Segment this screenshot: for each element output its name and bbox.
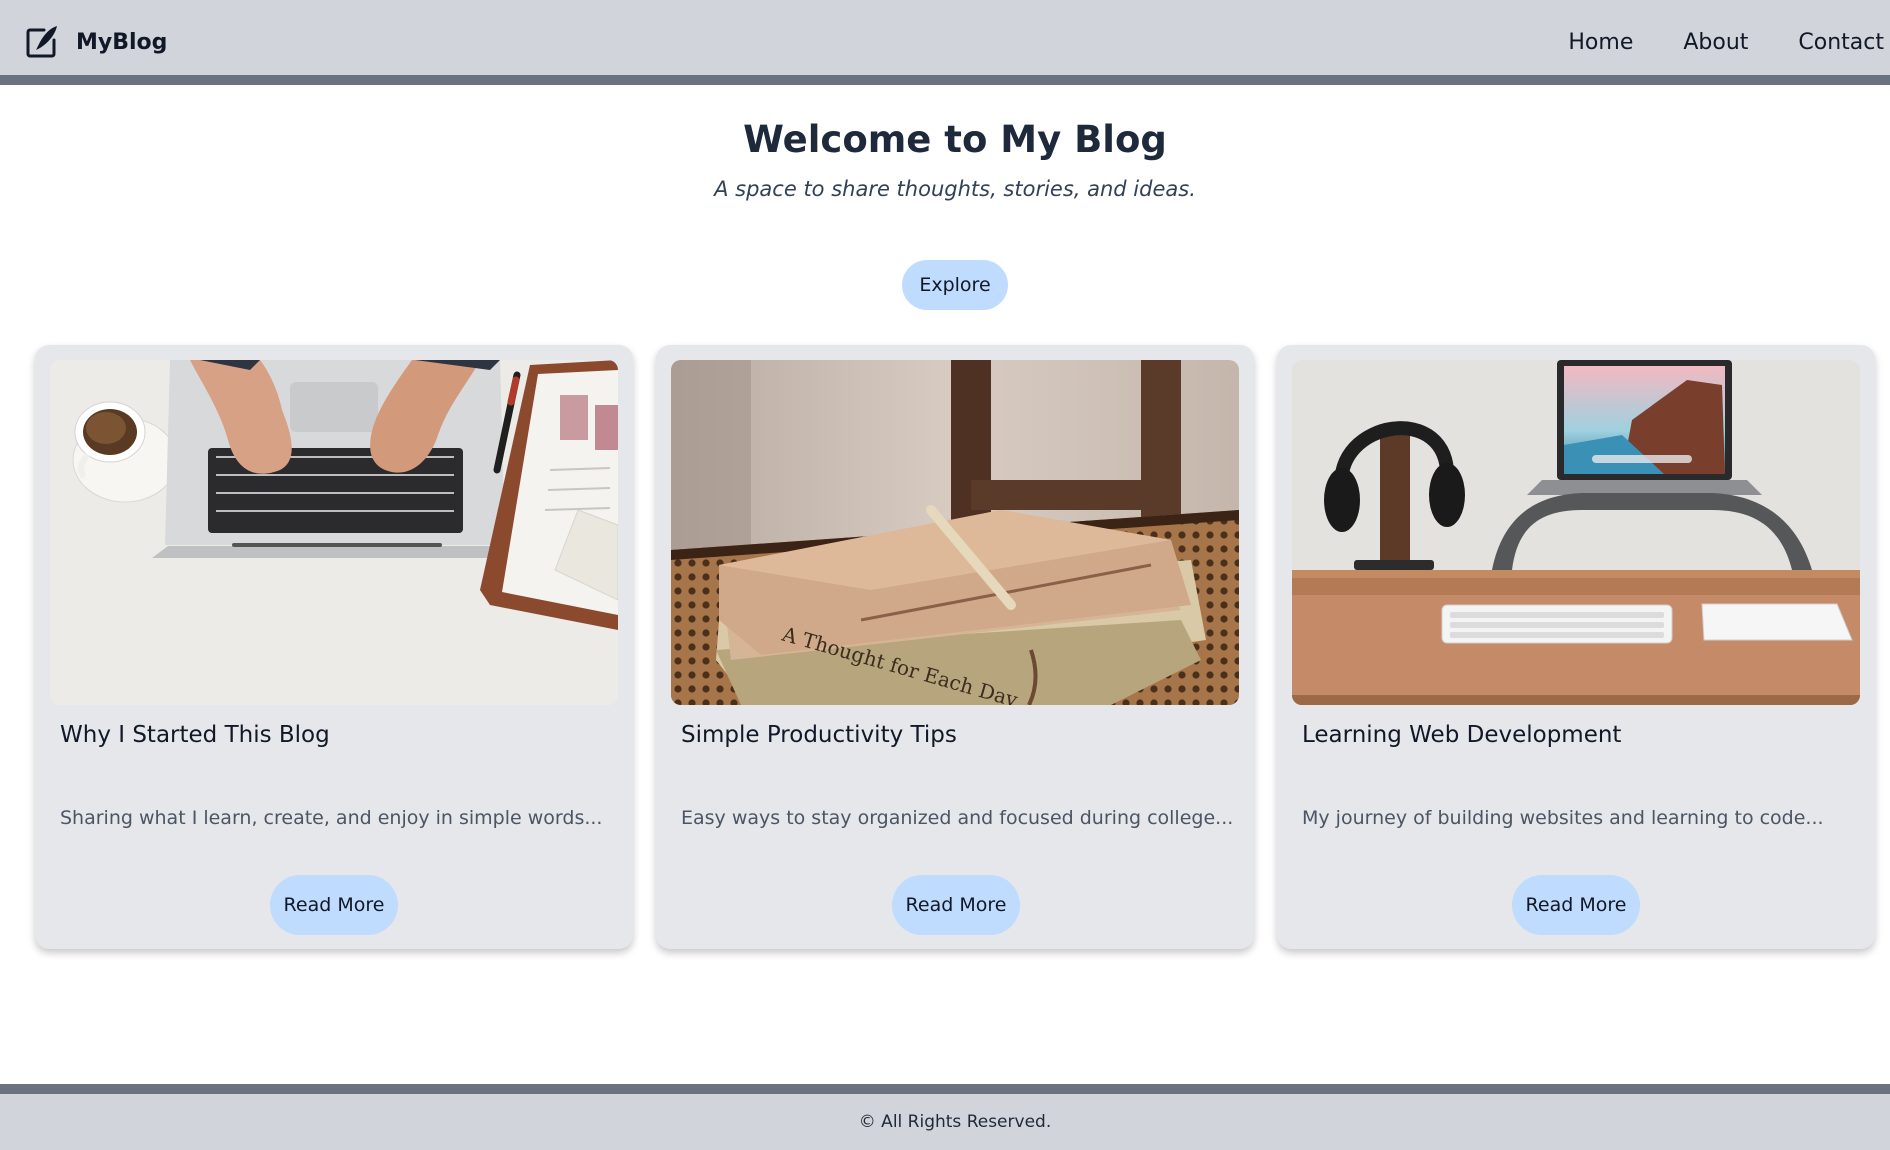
copyright-text: © All Rights Reserved. (858, 1112, 1052, 1132)
post-title[interactable]: Simple Productivity Tips (681, 722, 957, 748)
read-more-button[interactable]: Read More (1512, 875, 1640, 935)
page-subtitle: A space to share thoughts, stories, and … (714, 177, 1196, 201)
post-card: A Thought for Each Day Simple Productivi… (656, 345, 1254, 949)
post-description: Sharing what I learn, create, and enjoy … (60, 807, 603, 829)
explore-button[interactable]: Explore (902, 260, 1008, 310)
edit-pen-icon (26, 26, 57, 58)
post-title[interactable]: Why I Started This Blog (60, 722, 330, 748)
post-image-laptop-typing (50, 360, 618, 705)
nav-about[interactable]: About (1683, 26, 1748, 60)
post-image-notebook-books: A Thought for Each Day (671, 360, 1239, 705)
post-title[interactable]: Learning Web Development (1302, 722, 1621, 748)
read-more-button[interactable]: Read More (892, 875, 1020, 935)
brand-name: MyBlog (76, 29, 168, 55)
site-footer: © All Rights Reserved. (0, 1084, 1890, 1150)
brand[interactable]: MyBlog (24, 24, 167, 60)
post-description: My journey of building websites and lear… (1302, 807, 1824, 829)
main-nav: Home About Contact (1518, 26, 1884, 60)
post-image-desk-setup (1292, 360, 1860, 705)
post-card: Learning Web Development My journey of b… (1277, 345, 1875, 949)
site-header: MyBlog Home About Contact (0, 0, 1890, 85)
nav-home[interactable]: Home (1568, 26, 1633, 60)
page-title: Welcome to My Blog (743, 118, 1167, 161)
post-card: Why I Started This Blog Sharing what I l… (35, 345, 633, 949)
read-more-button[interactable]: Read More (270, 875, 398, 935)
nav-contact[interactable]: Contact (1798, 26, 1884, 60)
post-description: Easy ways to stay organized and focused … (681, 807, 1234, 829)
